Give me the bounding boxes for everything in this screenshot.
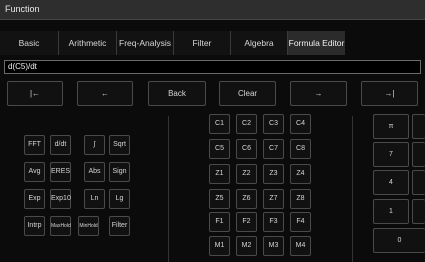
exp-button[interactable]: Exp: [24, 189, 45, 209]
tab-algebra[interactable]: Algebra: [230, 31, 287, 55]
reg-c8-button[interactable]: C8: [290, 139, 311, 159]
ln-button[interactable]: Ln: [84, 189, 105, 209]
home-button[interactable]: |←: [7, 81, 63, 106]
keypad-partial-button[interactable]: [412, 170, 425, 195]
digit-7-button[interactable]: 7: [373, 142, 409, 167]
reg-c6-button[interactable]: C6: [236, 139, 257, 159]
intrp-button[interactable]: Intrp: [24, 216, 45, 236]
keypad-partial-button[interactable]: [412, 199, 425, 224]
reg-c5-button[interactable]: C5: [209, 139, 230, 159]
title-bar: Function: [0, 0, 425, 20]
reg-z5-button[interactable]: Z5: [209, 189, 230, 209]
clear-button[interactable]: Clear: [219, 81, 276, 106]
avg-button[interactable]: Avg: [24, 162, 45, 182]
back-button[interactable]: Back: [148, 81, 206, 106]
reg-f1-button[interactable]: F1: [209, 212, 230, 232]
fft-button[interactable]: FFT: [24, 135, 45, 155]
minhold-button[interactable]: MinHold: [78, 216, 99, 236]
cursor-right-button[interactable]: →: [290, 81, 347, 106]
reg-c2-button[interactable]: C2: [236, 114, 257, 134]
reg-z1-button[interactable]: Z1: [209, 164, 230, 184]
keypad-partial-button[interactable]: [412, 142, 425, 167]
digit-1-button[interactable]: 1: [373, 199, 409, 224]
reg-f4-button[interactable]: F4: [290, 212, 311, 232]
integral-button[interactable]: ∫: [84, 135, 105, 155]
cursor-left-button[interactable]: ←: [77, 81, 133, 106]
reg-z2-button[interactable]: Z2: [236, 164, 257, 184]
keypad-partial-button[interactable]: [412, 114, 425, 139]
reg-z7-button[interactable]: Z7: [263, 189, 284, 209]
exp10-button[interactable]: Exp10: [50, 189, 71, 209]
tab-arithmetic[interactable]: Arithmetic: [58, 31, 116, 55]
formula-input[interactable]: d(C5)/dt: [4, 60, 421, 74]
divider-left: [168, 116, 169, 262]
tab-bar: Basic Arithmetic Freq-Analysis Filter Al…: [0, 31, 425, 55]
eres-button[interactable]: ERES: [50, 162, 71, 182]
lg-button[interactable]: Lg: [109, 189, 130, 209]
sign-button[interactable]: Sign: [109, 162, 130, 182]
divider-right: [352, 116, 353, 262]
filter-button[interactable]: Filter: [109, 216, 130, 236]
reg-m3-button[interactable]: M3: [263, 236, 284, 256]
pi-button[interactable]: π: [373, 114, 409, 139]
reg-f3-button[interactable]: F3: [263, 212, 284, 232]
maxhold-button[interactable]: MaxHold: [50, 216, 71, 236]
reg-m1-button[interactable]: M1: [209, 236, 230, 256]
tab-basic[interactable]: Basic: [0, 31, 58, 55]
reg-z8-button[interactable]: Z8: [290, 189, 311, 209]
tab-filter[interactable]: Filter: [173, 31, 230, 55]
reg-m4-button[interactable]: M4: [290, 236, 311, 256]
reg-z4-button[interactable]: Z4: [290, 164, 311, 184]
digit-4-button[interactable]: 4: [373, 170, 409, 195]
sqrt-button[interactable]: Sqrt: [109, 135, 130, 155]
derivative-button[interactable]: d/dt: [50, 135, 71, 155]
reg-c1-button[interactable]: C1: [209, 114, 230, 134]
reg-f2-button[interactable]: F2: [236, 212, 257, 232]
tab-freq-analysis[interactable]: Freq-Analysis: [116, 31, 173, 55]
window-title: Function: [5, 4, 40, 14]
digit-0-button[interactable]: 0: [373, 228, 425, 253]
reg-c4-button[interactable]: C4: [290, 114, 311, 134]
reg-c3-button[interactable]: C3: [263, 114, 284, 134]
end-button[interactable]: →|: [361, 81, 418, 106]
reg-z6-button[interactable]: Z6: [236, 189, 257, 209]
reg-m2-button[interactable]: M2: [236, 236, 257, 256]
abs-button[interactable]: Abs: [84, 162, 105, 182]
reg-z3-button[interactable]: Z3: [263, 164, 284, 184]
tab-formula-editor[interactable]: Formula Editor: [287, 31, 345, 55]
reg-c7-button[interactable]: C7: [263, 139, 284, 159]
